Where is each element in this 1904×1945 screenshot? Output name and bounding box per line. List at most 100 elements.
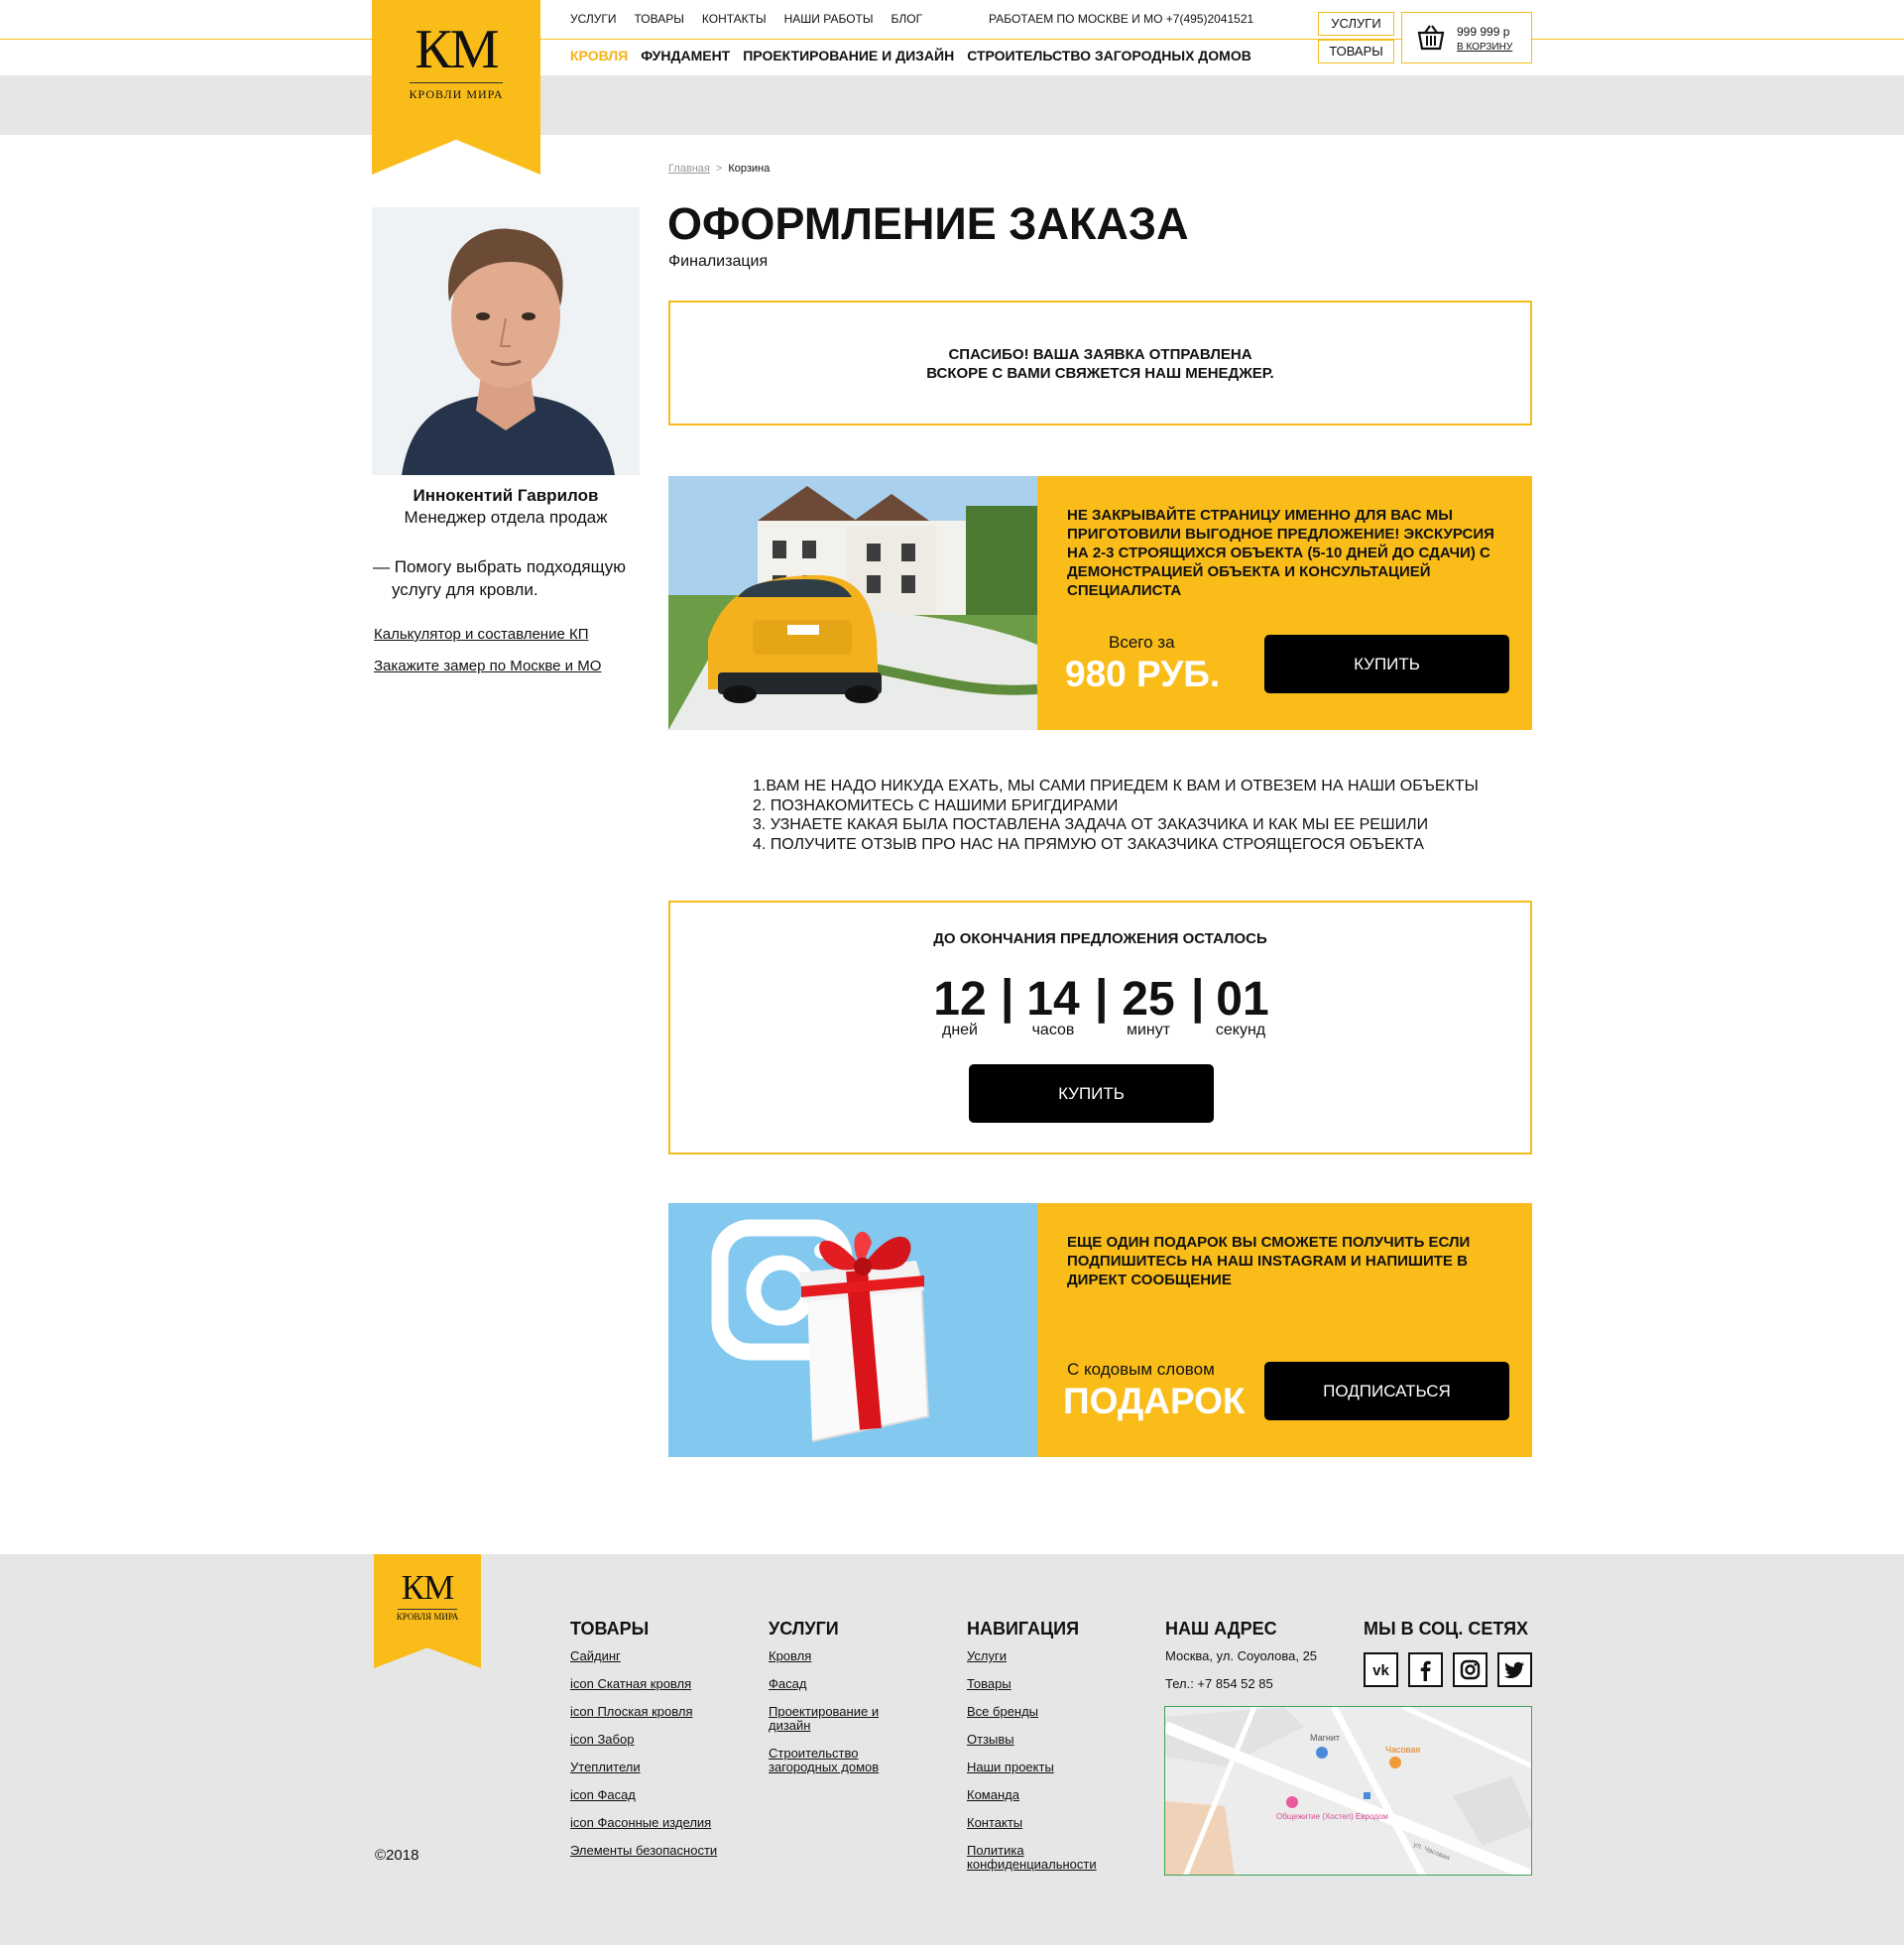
subscribe-button[interactable]: ПОДПИСАТЬСЯ (1264, 1362, 1509, 1420)
footer-logo-divider (398, 1609, 457, 1610)
footer-address-phone: Тел.: +7 854 52 85 (1165, 1676, 1273, 1691)
benefits-list: 1.ВАМ НЕ НАДО НИКУДА ЕХАТЬ, МЫ САМИ ПРИЕ… (753, 777, 1479, 854)
offer-image (668, 476, 1037, 730)
footer-navigation: НАВИГАЦИЯ Услуги Товары Все бренды Отзыв… (967, 1619, 1116, 1885)
page: КМ КРОВЛИ МИРА УСЛУГИ ТОВАРЫ КОНТАКТЫ НА… (0, 0, 1904, 1945)
thanks-line-1: СПАСИБО! ВАША ЗАЯВКА ОТПРАВЛЕНА (948, 346, 1252, 363)
footer-address-title: НАШ АДРЕС (1165, 1619, 1277, 1639)
top-nav: УСЛУГИ ТОВАРЫ КОНТАКТЫ НАШИ РАБОТЫ БЛОГ (570, 12, 922, 26)
header-goods-button[interactable]: ТОВАРЫ (1318, 40, 1394, 63)
countdown-hours: 14 (1026, 973, 1080, 1026)
footer-goods-title: ТОВАРЫ (570, 1619, 650, 1639)
basket-icon (1417, 25, 1445, 51)
cart-link[interactable]: В КОРЗИНУ (1457, 42, 1512, 53)
main-nav: КРОВЛЯ ФУНДАМЕНТ ПРОЕКТИРОВАНИЕ И ДИЗАЙН… (570, 48, 1251, 63)
footer-goods-link[interactable]: icon Фасад (570, 1788, 749, 1802)
gift-image (668, 1203, 1037, 1457)
footer-nav-link[interactable]: Политика конфиденциальности (967, 1844, 1116, 1872)
top-nav-blog[interactable]: БЛОГ (891, 12, 922, 26)
facebook-icon[interactable] (1408, 1652, 1443, 1687)
manager-role: Менеджер отдела продаж (404, 508, 608, 527)
top-nav-services[interactable]: УСЛУГИ (570, 12, 617, 26)
footer-social-title: МЫ В СОЦ. СЕТЯХ (1364, 1619, 1529, 1639)
offer-text: НЕ ЗАКРЫВАЙТЕ СТРАНИЦУ ИМЕННО ДЛЯ ВАС МЫ… (1067, 507, 1494, 599)
thanks-line-2: ВСКОРЕ С ВАМИ СВЯЖЕТСЯ НАШ МЕНЕДЖЕР. (926, 365, 1274, 382)
instagram-icon[interactable] (1453, 1652, 1488, 1687)
footer-nav-link[interactable]: Все бренды (967, 1705, 1116, 1719)
gift-panel: ЕЩЕ ОДИН ПОДАРОК ВЫ СМОЖЕТЕ ПОЛУЧИТЬ ЕСЛ… (1037, 1203, 1532, 1457)
main-nav-construction[interactable]: СТРОИТЕЛЬСТВО ЗАГОРОДНЫХ ДОМОВ (967, 48, 1251, 63)
location-map[interactable]: Магнит Часовая Общежитие (Хостел) Евродо… (1164, 1706, 1532, 1876)
footer-nav-link[interactable]: Команда (967, 1788, 1116, 1802)
offer-price: 980 РУБ. (1065, 654, 1221, 694)
svg-text:vk: vk (1372, 1662, 1389, 1679)
top-nav-goods[interactable]: ТОВАРЫ (635, 12, 684, 26)
logo[interactable]: КМ КРОВЛИ МИРА (372, 0, 540, 175)
footer-goods-link[interactable]: icon Плоская кровля (570, 1705, 749, 1719)
map-label: Общежитие (Хостел) Евродом (1276, 1812, 1388, 1821)
countdown-days: 12 (933, 973, 987, 1026)
footer-nav-link[interactable]: Отзывы (967, 1733, 1116, 1747)
footer-nav-link[interactable]: Товары (967, 1677, 1116, 1691)
breadcrumb: Главная > Корзина (668, 163, 770, 175)
map-label: Магнит (1310, 1733, 1340, 1743)
header-services-button[interactable]: УСЛУГИ (1318, 12, 1394, 36)
footer-address-street: Москва, ул. Соуолова, 25 (1165, 1648, 1318, 1663)
calculator-link[interactable]: Калькулятор и составление КП (374, 626, 589, 643)
vk-icon[interactable]: vk (1364, 1652, 1398, 1687)
gift-code: ПОДАРОК (1063, 1381, 1246, 1421)
footer-goods-link[interactable]: Сайдинг (570, 1649, 749, 1663)
top-nav-contacts[interactable]: КОНТАКТЫ (702, 12, 767, 26)
gift-text: ЕЩЕ ОДИН ПОДАРОК ВЫ СМОЖЕТЕ ПОЛУЧИТЬ ЕСЛ… (1067, 1234, 1471, 1288)
main-nav-foundation[interactable]: ФУНДАМЕНТ (641, 48, 730, 63)
countdown-box: ДО ОКОНЧАНИЯ ПРЕДЛОЖЕНИЯ ОСТАЛОСЬ 12 | 1… (668, 901, 1532, 1155)
cart-price: 999 999 р (1457, 25, 1510, 39)
footer-nav-link[interactable]: Наши проекты (967, 1761, 1116, 1774)
footer-services-link[interactable]: Фасад (769, 1677, 917, 1691)
manager-help-text: — Помогу выбрать подходящую услугу для к… (373, 557, 626, 599)
countdown-buy-button[interactable]: КУПИТЬ (969, 1064, 1214, 1123)
main-nav-roof[interactable]: КРОВЛЯ (570, 48, 628, 63)
benefit-item: 3. УЗНАЕТЕ КАКАЯ БЫЛА ПОСТАВЛЕНА ЗАДАЧА … (753, 816, 1429, 833)
footer-services-link[interactable]: Кровля (769, 1649, 917, 1663)
breadcrumb-separator: > (715, 163, 723, 175)
breadcrumb-current: Корзина (728, 163, 771, 175)
offer-promo: НЕ ЗАКРЫВАЙТЕ СТРАНИЦУ ИМЕННО ДЛЯ ВАС МЫ… (668, 476, 1532, 730)
page-title: ОФОРМЛЕНИЕ ЗАКАЗА (667, 198, 1189, 249)
footer-services-link[interactable]: Строительство загородных домов (769, 1747, 917, 1774)
countdown-hours-label: часов (1031, 1022, 1075, 1038)
logo-name: КРОВЛИ МИРА (409, 87, 504, 101)
top-nav-works[interactable]: НАШИ РАБОТЫ (784, 12, 874, 26)
countdown-separator: | (1001, 971, 1014, 1024)
countdown-minutes-label: минут (1126, 1022, 1171, 1038)
countdown-title: ДО ОКОНЧАНИЯ ПРЕДЛОЖЕНИЯ ОСТАЛОСЬ (933, 930, 1267, 947)
benefit-item: 4. ПОЛУЧИТЕ ОТЗЫВ ПРО НАС НА ПРЯМУЮ ОТ З… (753, 835, 1424, 853)
footer-goods: ТОВАРЫ Сайдинг icon Скатная кровля icon … (570, 1619, 749, 1872)
footer-services-link[interactable]: Проектирование и дизайн (769, 1705, 917, 1733)
gift-code-label: С кодовым словом (1067, 1360, 1215, 1379)
twitter-icon[interactable] (1497, 1652, 1532, 1687)
footer-nav-link[interactable]: Услуги (967, 1649, 1116, 1663)
map-label: Часовая (1385, 1745, 1420, 1755)
work-info: РАБОТАЕМ ПО МОСКВЕ И МО +7(495)2041521 (989, 12, 1254, 26)
footer-goods-link[interactable]: icon Забор (570, 1733, 749, 1747)
measure-link[interactable]: Закажите замер по Москве и МО (374, 658, 601, 674)
countdown-days-label: дней (941, 1022, 978, 1038)
page-subtitle: Финализация (668, 253, 769, 270)
footer-goods-link[interactable]: Элементы безопасности (570, 1844, 749, 1858)
footer-social: МЫ В СОЦ. СЕТЯХ (1364, 1619, 1542, 1649)
countdown-seconds: 01 (1216, 973, 1269, 1026)
main-nav-design[interactable]: ПРОЕКТИРОВАНИЕ И ДИЗАЙН (743, 48, 954, 63)
footer-nav-link[interactable]: Контакты (967, 1816, 1116, 1830)
footer-logo-name: КРОВЛЯ МИРА (396, 1612, 459, 1622)
logo-divider (410, 82, 503, 83)
offer-buy-button[interactable]: КУПИТЬ (1264, 635, 1509, 693)
countdown-minutes: 25 (1122, 973, 1175, 1026)
footer-goods-link[interactable]: Утеплители (570, 1761, 749, 1774)
footer-navigation-title: НАВИГАЦИЯ (967, 1619, 1080, 1639)
countdown-separator: | (1095, 971, 1109, 1024)
footer-goods-link[interactable]: icon Фасонные изделия (570, 1816, 749, 1830)
cart-widget[interactable]: 999 999 р В КОРЗИНУ (1401, 12, 1532, 63)
footer-goods-link[interactable]: icon Скатная кровля (570, 1677, 749, 1691)
breadcrumb-home[interactable]: Главная (668, 163, 710, 175)
